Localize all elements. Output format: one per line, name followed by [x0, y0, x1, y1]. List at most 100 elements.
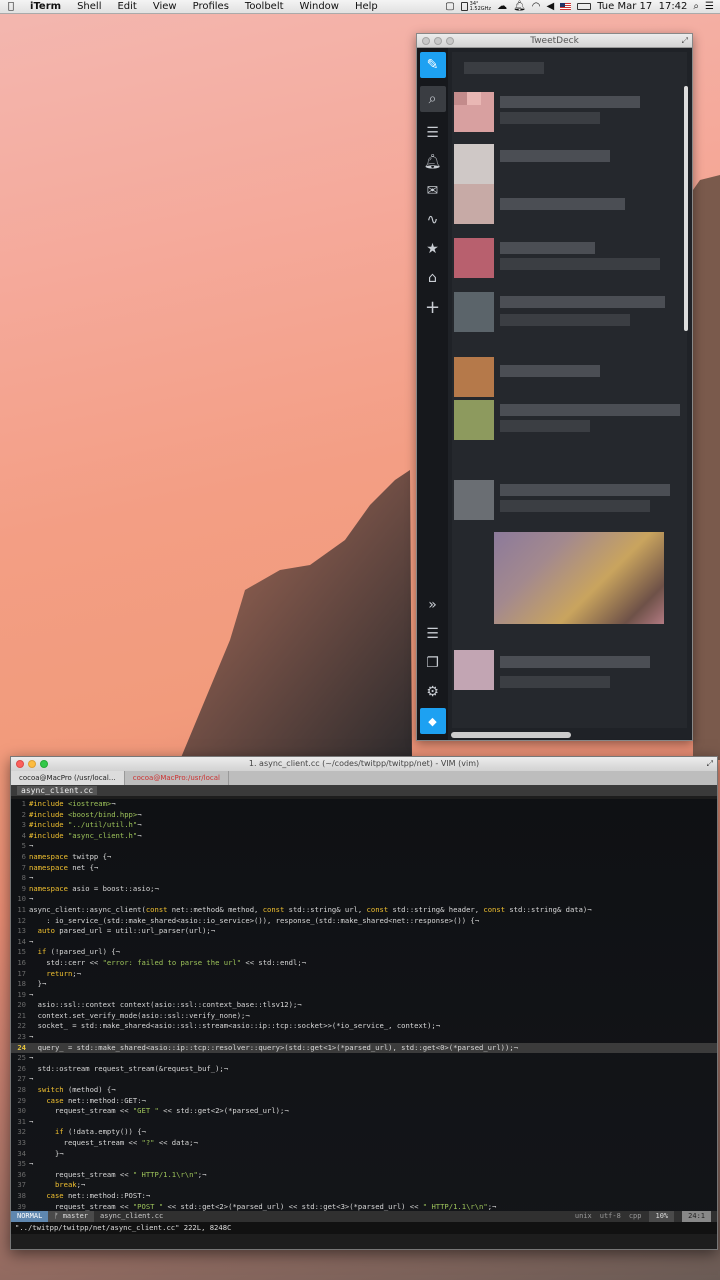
code-line[interactable]: 5 ¬: [11, 841, 717, 852]
iterm-titlebar[interactable]: 1. async_client.cc (~/codes/twitpp/twitp…: [11, 757, 717, 771]
code-line[interactable]: 22 socket_ = std::make_shared<asio::ssl:…: [11, 1021, 717, 1032]
flag-icon[interactable]: [560, 3, 572, 10]
code-line[interactable]: 14 ¬: [11, 937, 717, 948]
code-line[interactable]: 9 namespace asio = boost::asio;¬: [11, 884, 717, 895]
favorites-star-icon[interactable]: ★: [420, 236, 446, 262]
code-line[interactable]: 24 query_ = std::make_shared<asio::ip::t…: [11, 1042, 717, 1054]
code-line[interactable]: 16 std::cerr << "error: failed to parse …: [11, 958, 717, 969]
close-button[interactable]: [422, 37, 430, 45]
code-line[interactable]: 2 #include <boost/bind.hpp>¬: [11, 810, 717, 821]
git-branch: ᚠ master: [48, 1211, 95, 1222]
fullscreen-icon[interactable]: ⤢: [682, 34, 688, 48]
code-line[interactable]: 38 case net::method::POST:¬: [11, 1191, 717, 1202]
tweetdeck-titlebar[interactable]: TweetDeck ⤢: [417, 34, 692, 48]
code-line[interactable]: 39 request_stream << "POST " << std::get…: [11, 1202, 717, 1211]
code-line[interactable]: 6 namespace twitpp {¬: [11, 852, 717, 863]
code-line[interactable]: 34 }¬: [11, 1149, 717, 1160]
code-line[interactable]: 30 request_stream << "GET " << std::get<…: [11, 1106, 717, 1117]
messages-icon[interactable]: ✉: [420, 178, 446, 204]
accounts-icon[interactable]: ❐: [420, 650, 446, 676]
code-line[interactable]: 10 ¬: [11, 894, 717, 905]
menu-shell[interactable]: Shell: [69, 1, 109, 12]
code-line[interactable]: 1 #include <iostream>¬: [11, 799, 717, 810]
apple-icon[interactable]: : [0, 1, 22, 12]
menu-profiles[interactable]: Profiles: [185, 1, 237, 12]
code-line[interactable]: 15 if (!parsed_url) {¬: [11, 947, 717, 958]
home-icon[interactable]: ⌂: [420, 265, 446, 291]
notifications-icon[interactable]: 🔔︎: [420, 149, 446, 175]
code-line[interactable]: 19 ¬: [11, 990, 717, 1001]
code-line[interactable]: 28 switch (method) {¬: [11, 1085, 717, 1096]
code-line[interactable]: 18 }¬: [11, 979, 717, 990]
close-button[interactable]: [16, 760, 24, 768]
line-text: ¬: [29, 873, 34, 883]
code-line[interactable]: 31 ¬: [11, 1117, 717, 1128]
menu-app-name[interactable]: iTerm: [22, 1, 69, 12]
menu-clock[interactable]: Tue Mar 17 17:42: [597, 1, 687, 12]
twitter-bird-icon[interactable]: ◆: [419, 708, 446, 734]
code-line[interactable]: 13 auto parsed_url = util::url_parser(ur…: [11, 926, 717, 937]
avatar: [454, 144, 494, 184]
code-line[interactable]: 7 namespace net {¬: [11, 863, 717, 874]
code-line[interactable]: 37 break;¬: [11, 1180, 717, 1191]
fullscreen-icon[interactable]: ⤢: [707, 757, 713, 771]
add-column-icon[interactable]: +: [420, 294, 446, 320]
menu-window[interactable]: Window: [292, 1, 347, 12]
tab-session-2[interactable]: cocoa@MacPro:/usr/local: [125, 771, 229, 785]
line-number: 32: [17, 1127, 26, 1137]
column-settings-icon[interactable]: ☰: [420, 621, 446, 647]
code-line[interactable]: 3 #include "../util/util.h"¬: [11, 820, 717, 831]
code-line[interactable]: 33 request_stream << "?" << data;¬: [11, 1138, 717, 1149]
code-line[interactable]: 25 ¬: [11, 1053, 717, 1064]
code-line[interactable]: 20 asio::ssl::context context(asio::ssl:…: [11, 1000, 717, 1011]
code-line[interactable]: 36 request_stream << " HTTP/1.1\r\n";¬: [11, 1170, 717, 1181]
code-line[interactable]: 32 if (!data.empty()) {¬: [11, 1127, 717, 1138]
spotlight-icon[interactable]: ⌕: [693, 1, 699, 12]
zoom-button[interactable]: [40, 760, 48, 768]
line-number: 34: [17, 1148, 26, 1158]
line-text: request_stream << "GET " << std::get<2>(…: [29, 1106, 289, 1116]
search-icon[interactable]: ⌕: [419, 86, 446, 112]
notification-center-icon[interactable]: ☰: [705, 1, 714, 12]
code-line[interactable]: 11 async_client::async_client(const net::…: [11, 905, 717, 916]
code-line[interactable]: 21 context.set_verify_mode(asio::ssl::ve…: [11, 1011, 717, 1022]
vim-tab-file[interactable]: async_client.cc: [17, 786, 98, 795]
menu-edit[interactable]: Edit: [109, 1, 144, 12]
activity-icon[interactable]: ∿: [420, 207, 446, 233]
code-line[interactable]: 4 #include "async_client.h"¬: [11, 831, 717, 842]
code-line[interactable]: 29 case net::method::GET:¬: [11, 1096, 717, 1107]
settings-gear-icon[interactable]: ⚙: [420, 679, 446, 705]
cpu-monitor[interactable]: 34° 1.52GHz: [460, 1, 491, 12]
minimize-button[interactable]: [434, 37, 442, 45]
bell-icon[interactable]: 🔔︎: [513, 1, 526, 12]
battery-icon[interactable]: [577, 3, 592, 10]
code-line[interactable]: 26 std::ostream request_stream(&request_…: [11, 1064, 717, 1075]
cloud-icon[interactable]: ☁: [497, 1, 507, 12]
code-line[interactable]: 23 ¬: [11, 1032, 717, 1043]
avatar: [454, 357, 494, 397]
menu-view[interactable]: View: [145, 1, 185, 12]
code-line[interactable]: 8 ¬: [11, 873, 717, 884]
code-line[interactable]: 35 ¬: [11, 1159, 717, 1170]
vim-cmdline[interactable]: "../twitpp/twitpp/net/async_client.cc" 2…: [11, 1222, 717, 1234]
code-line[interactable]: 12 : io_service_(std::make_shared<asio::…: [11, 916, 717, 927]
line-number: 7: [21, 862, 26, 872]
code-line[interactable]: 27 ¬: [11, 1074, 717, 1085]
expand-icon[interactable]: »: [420, 592, 446, 618]
horizontal-scrollbar[interactable]: [451, 732, 571, 738]
minimize-button[interactable]: [28, 760, 36, 768]
menu-help[interactable]: Help: [347, 1, 386, 12]
zoom-button[interactable]: [446, 37, 454, 45]
tab-session-1[interactable]: cocoa@MacPro (/usr/local…: [11, 771, 125, 785]
vim-buffer[interactable]: 1 #include <iostream>¬ 2 #include <boost/bi…: [11, 799, 717, 1211]
home-timeline-icon[interactable]: ☰: [420, 120, 446, 146]
code-line[interactable]: 17 return;¬: [11, 969, 717, 980]
tweet-column[interactable]: [452, 52, 687, 728]
tweet-media-image[interactable]: [494, 532, 664, 624]
menu-toolbelt[interactable]: Toolbelt: [237, 1, 292, 12]
volume-icon[interactable]: ◀: [547, 1, 555, 12]
compose-tweet-button[interactable]: ✎: [419, 52, 446, 78]
column-scrollbar[interactable]: [684, 86, 688, 331]
notification-square-icon[interactable]: ▢: [445, 1, 454, 12]
wifi-icon[interactable]: ◠: [532, 1, 541, 12]
